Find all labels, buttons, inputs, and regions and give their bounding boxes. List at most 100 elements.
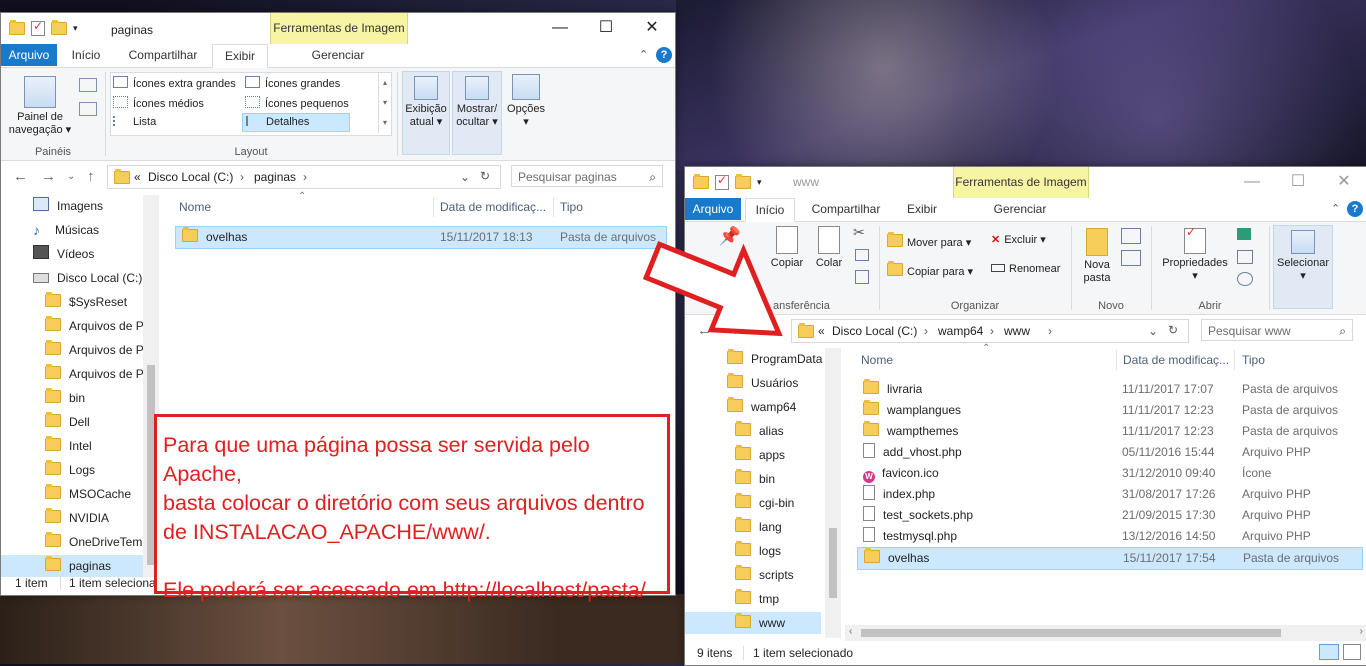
column-header-type[interactable]: Tipo: [1242, 348, 1265, 372]
nav-item-folder[interactable]: Arquivos de Pr: [45, 315, 148, 337]
nav-item-disco-local[interactable]: Disco Local (C:): [33, 267, 142, 289]
breadcrumb-separator-icon[interactable]: ›: [924, 324, 928, 338]
file-row[interactable]: Wfavicon.ico 31/12/2010 09:40 Ícone: [857, 463, 1361, 484]
collapse-ribbon-icon[interactable]: ⌃: [639, 48, 648, 61]
nav-item-folder[interactable]: tmp: [735, 588, 779, 610]
nav-item-folder[interactable]: scripts: [735, 564, 794, 586]
paste-button[interactable]: Colar: [811, 226, 847, 270]
file-row[interactable]: testmysql.php 13/12/2016 14:50 Arquivo PHP: [857, 526, 1361, 547]
tab-arquivo[interactable]: Arquivo: [685, 198, 741, 220]
column-separator[interactable]: [433, 197, 434, 217]
details-view-icon[interactable]: [1319, 644, 1339, 660]
address-dropdown-icon[interactable]: ⌄: [460, 170, 470, 184]
scroll-right-icon[interactable]: ›: [1360, 626, 1363, 637]
nav-item-folder[interactable]: ProgramData: [727, 348, 822, 370]
tab-inicio[interactable]: Início: [61, 44, 111, 66]
nav-item-imagens[interactable]: Imagens: [33, 195, 103, 217]
nav-item-folder[interactable]: alias: [735, 420, 784, 442]
column-header-name[interactable]: Nome: [861, 348, 893, 372]
nav-item-folder[interactable]: Arquivos de Pr: [45, 363, 148, 385]
options-button[interactable]: Opções ▾: [504, 74, 548, 129]
nav-item-folder[interactable]: bin: [735, 468, 775, 490]
tab-compartilhar[interactable]: Compartilhar: [799, 198, 893, 220]
layout-large-icons[interactable]: Ícones grandes: [245, 76, 340, 91]
preview-pane-icon[interactable]: [79, 78, 97, 92]
file-row[interactable]: add_vhost.php 05/11/2016 15:44 Arquivo PHP: [857, 442, 1361, 463]
file-row[interactable]: wamplangues 11/11/2017 12:23 Pasta de arqu…: [857, 400, 1361, 421]
layout-gallery-scroll[interactable]: ▴ ▾ ▾: [378, 73, 391, 133]
help-icon[interactable]: ?: [1347, 201, 1363, 217]
minimize-button[interactable]: —: [1229, 167, 1275, 198]
customize-qa-dropdown-icon[interactable]: ▾: [73, 23, 78, 34]
refresh-icon[interactable]: ↻: [480, 169, 490, 183]
nav-item-folder[interactable]: Intel: [45, 435, 92, 457]
properties-quick-icon[interactable]: [715, 173, 729, 190]
maximize-button[interactable]: ☐: [1275, 167, 1321, 198]
edit-icon[interactable]: [1237, 250, 1253, 264]
nav-item-folder[interactable]: NVIDIA: [45, 507, 109, 529]
nav-item-videos[interactable]: Vídeos: [33, 243, 94, 265]
title-bar[interactable]: ▾ www Ferramentas de Imagem — ☐ ✕: [685, 167, 1366, 198]
refresh-icon[interactable]: ↻: [1168, 323, 1178, 337]
nav-item-folder[interactable]: OneDriveTemp: [45, 531, 149, 553]
collapse-ribbon-icon[interactable]: ⌃: [1331, 202, 1340, 215]
layout-small-icons[interactable]: Ícones pequenos: [245, 96, 349, 111]
properties-button[interactable]: Propriedades▾: [1159, 226, 1231, 283]
scroll-left-icon[interactable]: ‹: [849, 626, 852, 637]
layout-extra-large-icons[interactable]: Ícones extra grandes: [113, 76, 236, 91]
forward-arrow-icon[interactable]: →: [41, 168, 56, 185]
nav-item-folder[interactable]: bin: [45, 387, 85, 409]
cut-icon[interactable]: ✂: [853, 225, 865, 239]
file-row[interactable]: ovelhas 15/11/2017 17:54 Pasta de arquivos: [857, 547, 1363, 570]
breadcrumb-overflow[interactable]: «: [818, 324, 825, 338]
copy-path-icon[interactable]: [855, 249, 869, 261]
nav-item-folder[interactable]: Logs: [45, 459, 95, 481]
breadcrumb-disco-local[interactable]: Disco Local (C:): [148, 170, 233, 184]
search-input[interactable]: Pesquisar www ⌕: [1201, 319, 1353, 341]
nav-item-folder[interactable]: Usuários: [727, 372, 798, 394]
file-row[interactable]: ovelhas 15/11/2017 18:13 Pasta de arquiv…: [175, 226, 667, 249]
back-arrow-icon[interactable]: ←: [13, 168, 28, 185]
new-folder-quick-icon[interactable]: [735, 174, 751, 189]
help-icon[interactable]: ?: [656, 47, 672, 63]
tab-gerenciar[interactable]: Gerenciar: [953, 198, 1087, 220]
nav-item-folder[interactable]: Arquivos de Pr: [45, 339, 148, 361]
column-header-name[interactable]: Nome: [179, 195, 211, 219]
new-folder-button[interactable]: Nova pasta: [1079, 228, 1115, 285]
properties-quick-icon[interactable]: [31, 19, 45, 36]
tab-inicio[interactable]: Início: [745, 198, 795, 222]
details-pane-icon[interactable]: [79, 102, 97, 116]
search-input[interactable]: Pesquisar paginas ⌕: [511, 165, 663, 187]
address-dropdown-icon[interactable]: ⌄: [1148, 324, 1158, 338]
breadcrumb-separator-icon[interactable]: ›: [990, 324, 994, 338]
up-arrow-icon[interactable]: ↑: [87, 168, 95, 185]
maximize-button[interactable]: ☐: [583, 13, 629, 44]
nav-item-folder[interactable]: lang: [735, 516, 782, 538]
title-bar[interactable]: ▾ paginas Ferramentas de Imagem — ☐ ✕: [1, 13, 675, 44]
minimize-button[interactable]: —: [537, 13, 583, 44]
column-header-date[interactable]: Data de modificaç...: [1123, 348, 1229, 372]
column-header-date[interactable]: Data de modificaç...: [440, 195, 546, 219]
scrollbar-thumb[interactable]: [829, 528, 837, 598]
history-icon[interactable]: [1237, 272, 1253, 286]
tab-arquivo[interactable]: Arquivo: [1, 44, 57, 66]
breadcrumb-separator-icon[interactable]: ›: [1048, 324, 1052, 338]
tab-gerenciar[interactable]: Gerenciar: [270, 44, 406, 66]
breadcrumb-wamp64[interactable]: wamp64: [938, 324, 983, 338]
nav-pane-scrollbar[interactable]: [825, 348, 841, 638]
file-row[interactable]: index.php 31/08/2017 17:26 Arquivo PHP: [857, 484, 1361, 505]
tab-exibir[interactable]: Exibir: [897, 198, 947, 220]
recent-locations-chevron-icon[interactable]: ⌄: [67, 171, 75, 182]
close-button[interactable]: ✕: [629, 13, 675, 44]
address-bar[interactable]: « Disco Local (C:) › paginas › ⌄ ↻: [107, 165, 501, 189]
nav-item-folder[interactable]: Dell: [45, 411, 90, 433]
column-separator[interactable]: [553, 197, 554, 217]
breadcrumb-disco-local[interactable]: Disco Local (C:): [832, 324, 917, 338]
column-header-type[interactable]: Tipo: [560, 195, 583, 219]
move-to-button[interactable]: Mover para ▾: [887, 232, 971, 250]
breadcrumb-www[interactable]: www: [1004, 324, 1030, 338]
new-item-icon[interactable]: [1121, 228, 1141, 244]
nav-item-folder[interactable]: apps: [735, 444, 785, 466]
layout-details[interactable]: Detalhes: [242, 113, 351, 132]
nav-item-folder[interactable]: cgi-bin: [735, 492, 794, 514]
